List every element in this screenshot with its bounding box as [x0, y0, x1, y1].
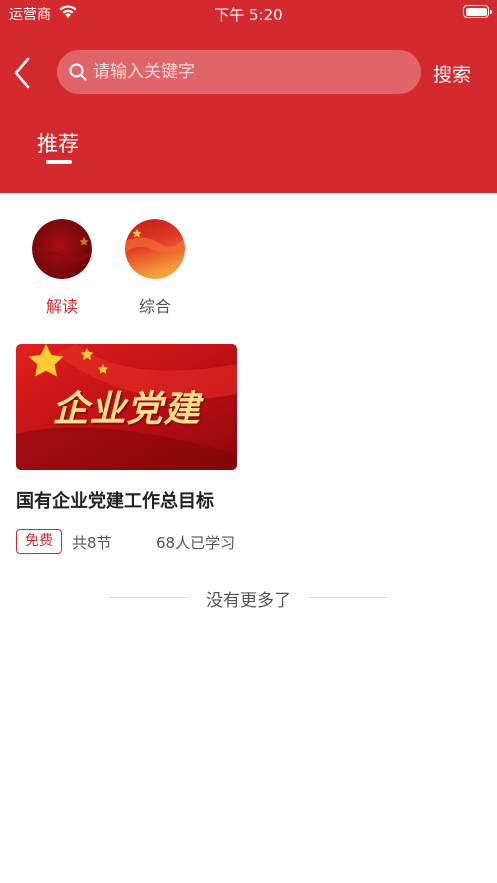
category-item-zonghe[interactable]: 综合 — [124, 219, 186, 317]
category-item-jiedu[interactable]: 解读 — [31, 219, 93, 317]
back-arrow-icon[interactable] — [10, 55, 36, 91]
category-label: 解读 — [45, 297, 78, 316]
course-cover: 企业党建 — [16, 344, 237, 470]
tab-recommended[interactable]: 推荐 — [37, 128, 79, 158]
price-badge: 免费 — [16, 529, 62, 554]
category-image-zonghe — [125, 219, 185, 279]
course-title: 国有企业党建工作总目标 — [16, 491, 214, 512]
course-card[interactable]: 企业党建 国有企业党建工作总目标 免费 共8节 68人已学习 — [16, 344, 256, 559]
clock: 下午 5:20 — [214, 6, 283, 24]
search-box[interactable] — [57, 50, 421, 94]
lesson-count: 共8节 — [72, 534, 112, 552]
active-tab-indicator — [46, 160, 72, 164]
search-button[interactable]: 搜索 — [433, 60, 471, 87]
course-cover-title: 企业党建 — [52, 388, 201, 430]
search-input[interactable] — [93, 50, 411, 94]
status-bar: 运营商 下午 5:20 — [0, 0, 497, 26]
no-more-text: 没有更多了 — [206, 591, 291, 611]
search-icon — [69, 63, 87, 81]
category-image-jiedu — [32, 219, 92, 279]
battery-icon — [463, 5, 492, 18]
category-label: 综合 — [138, 297, 171, 316]
learner-count: 68人已学习 — [156, 534, 236, 552]
divider-right — [308, 597, 388, 598]
top-header: 运营商 下午 5:20 搜索 推荐 — [0, 0, 497, 193]
